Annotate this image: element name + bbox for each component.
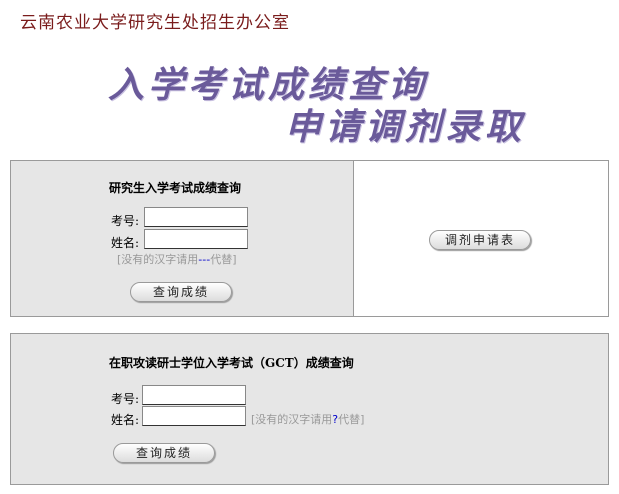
- gct-query-score-button[interactable]: 查询成绩: [113, 443, 215, 463]
- gct-query-panel: 在职攻读研士学位入学考试（GCT）成绩查询 考号: 姓名: [没有的汉字请用?代…: [10, 333, 609, 485]
- gct-query-title: 在职攻读研士学位入学考试（GCT）成绩查询: [109, 356, 354, 370]
- transfer-apply-button[interactable]: 调剂申请表: [429, 230, 531, 250]
- transfer-panel: 调剂申请表: [353, 160, 609, 317]
- gct-exam-no-label: 考号:: [111, 392, 140, 406]
- gct-name-hint: [没有的汉字请用?代替]: [251, 413, 365, 426]
- exam-no-input[interactable]: [144, 207, 248, 227]
- exam-query-title: 研究生入学考试成绩查询: [109, 181, 242, 195]
- name-input[interactable]: [144, 229, 248, 249]
- gct-name-label: 姓名:: [111, 413, 140, 427]
- org-title: 云南农业大学研究生处招生办公室: [20, 13, 290, 33]
- query-score-button[interactable]: 查询成绩: [130, 282, 232, 302]
- exam-no-label: 考号:: [111, 214, 140, 228]
- gct-exam-no-input[interactable]: [142, 385, 246, 405]
- hint-symbol: ---: [198, 253, 211, 266]
- exam-query-panel: 研究生入学考试成绩查询 考号: 姓名: [没有的汉字请用---代替] 查询成绩: [10, 160, 354, 317]
- name-hint: [没有的汉字请用---代替]: [117, 253, 237, 266]
- gct-name-input[interactable]: [142, 406, 246, 426]
- banner-line-2: 申请调剂录取: [285, 107, 526, 148]
- name-label: 姓名:: [111, 236, 140, 250]
